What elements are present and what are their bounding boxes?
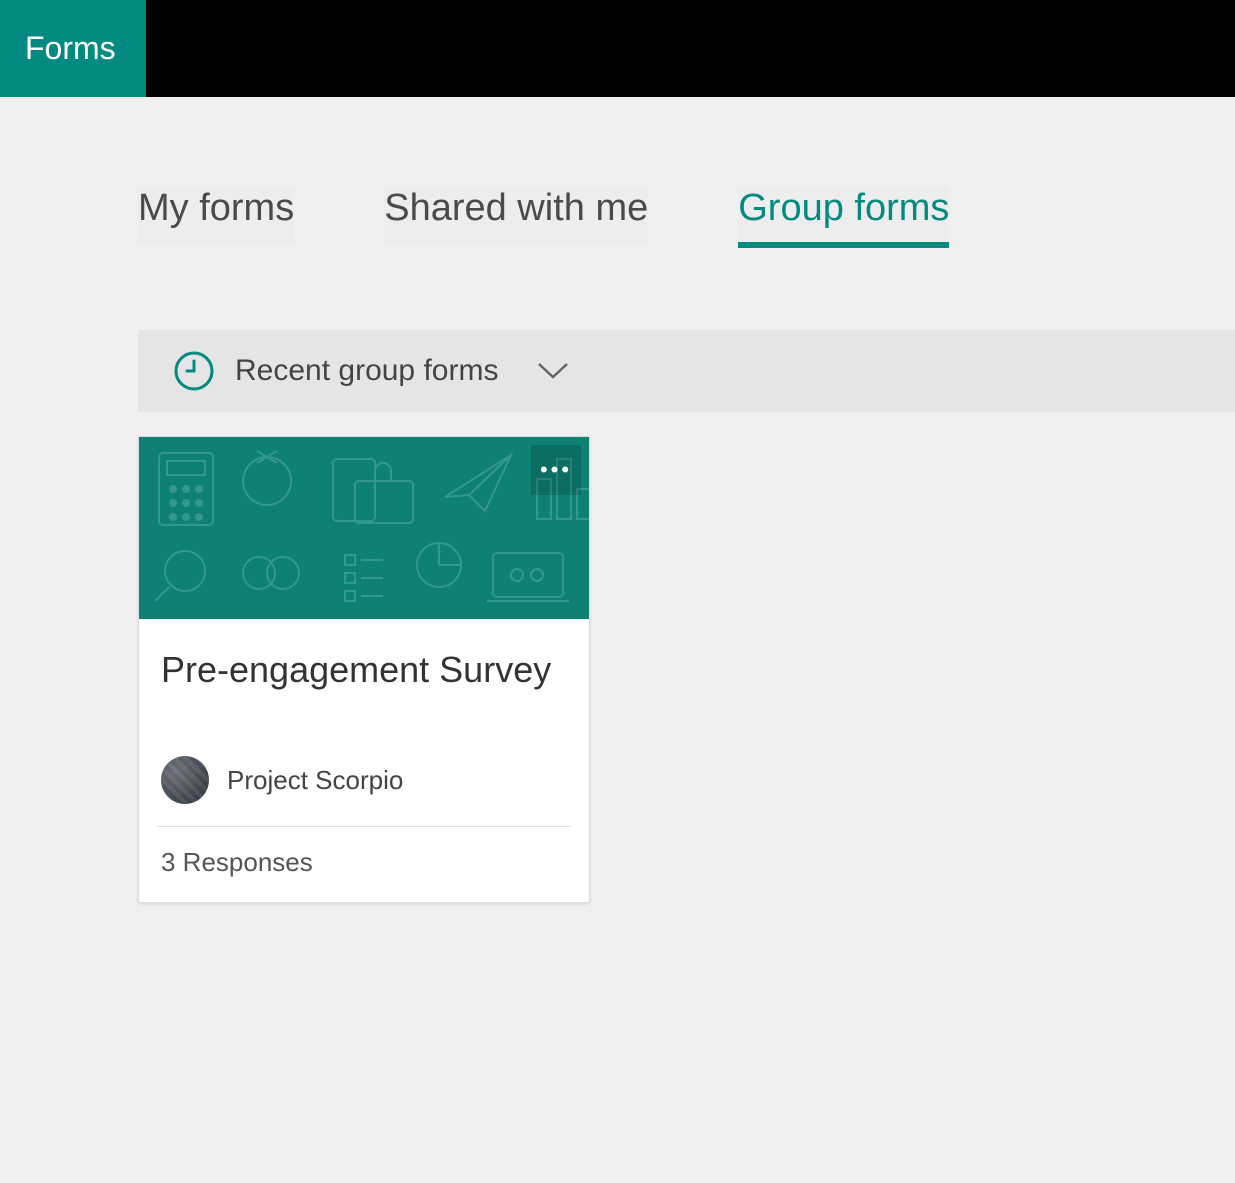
tab-shared-with-me[interactable]: Shared with me: [384, 187, 648, 244]
card-owner-row: Project Scorpio: [157, 756, 571, 827]
more-icon: •••: [540, 457, 572, 483]
header-bar: Forms: [0, 0, 1235, 97]
card-footer: 3 Responses: [139, 827, 589, 902]
responses-count: 3 Responses: [161, 847, 313, 877]
tabs: My forms Shared with me Group forms: [138, 187, 1235, 244]
more-button[interactable]: •••: [531, 445, 581, 495]
tab-label: My forms: [138, 187, 294, 229]
tab-label: Shared with me: [384, 187, 648, 229]
filter-label: Recent group forms: [235, 354, 498, 388]
chevron-down-icon: [536, 361, 570, 381]
owner-name: Project Scorpio: [227, 765, 403, 796]
clock-icon: [173, 350, 215, 392]
card-hero: •••: [139, 437, 589, 619]
owner-avatar: [161, 756, 209, 804]
tab-group-forms[interactable]: Group forms: [738, 187, 949, 244]
hero-background-icons: [139, 437, 589, 619]
tab-label: Group forms: [738, 187, 949, 229]
tab-my-forms[interactable]: My forms: [138, 187, 294, 244]
content-area: My forms Shared with me Group forms Rece…: [0, 97, 1235, 903]
form-card[interactable]: ••• Pre-engagement Survey Project Scorpi…: [138, 436, 590, 903]
card-body: Pre-engagement Survey Project Scorpio: [139, 619, 589, 827]
form-title: Pre-engagement Survey: [161, 647, 567, 692]
filter-bar[interactable]: Recent group forms: [138, 330, 1235, 412]
app-badge[interactable]: Forms: [0, 0, 146, 97]
app-name: Forms: [25, 30, 116, 67]
